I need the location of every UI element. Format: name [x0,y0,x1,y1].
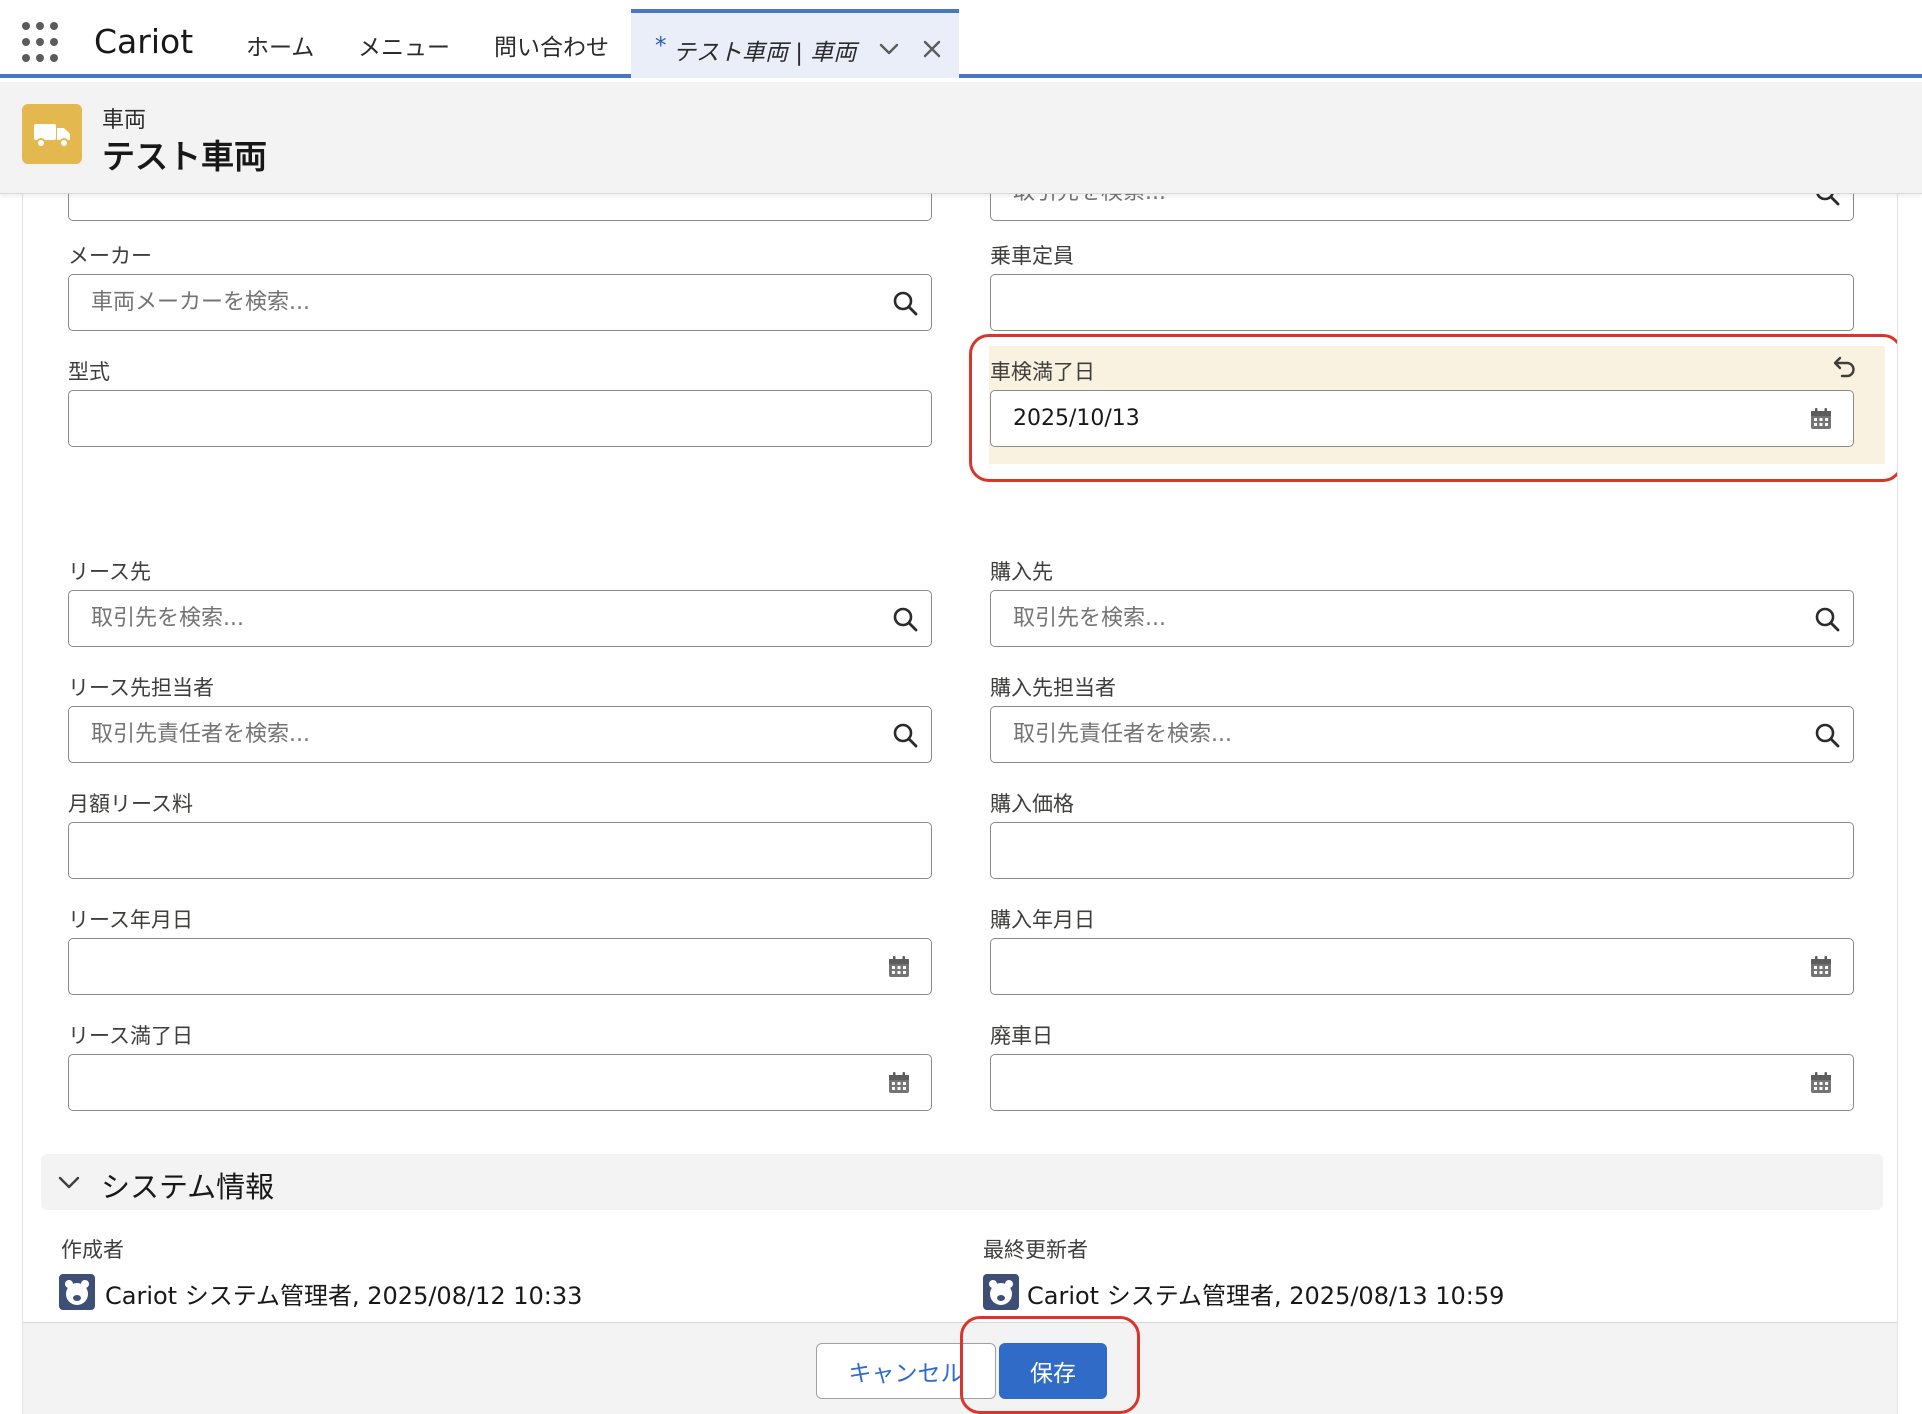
maker-label: メーカー [68,244,152,268]
lease-date-input[interactable] [69,939,931,994]
lessor-contact-search-input[interactable] [69,707,931,762]
lessor-label: リース先 [68,560,151,584]
app-launcher-icon[interactable] [22,22,64,64]
lessor-contact-label: リース先担当者 [68,676,214,700]
purchase-contact-label: 購入先担当者 [990,676,1116,700]
chevron-down-icon[interactable] [877,37,901,61]
monthly-lease-fee-input[interactable] [69,823,931,878]
purchase-date-field[interactable] [990,938,1854,995]
scrap-date-label: 廃車日 [990,1024,1053,1048]
system-info-section-header[interactable]: システム情報 [41,1154,1883,1210]
top-right-lookup-input[interactable] [991,194,1853,220]
record-title: テスト車両 [102,137,267,176]
section-title: システム情報 [101,1170,275,1204]
global-nav-bar: Cariot ホーム メニュー 問い合わせ * テスト車両 | 車両 [0,0,1922,78]
purchase-contact-search-input[interactable] [991,707,1853,762]
scrap-date-field[interactable] [990,1054,1854,1111]
top-right-lookup-field[interactable] [990,194,1854,221]
annotation-highlight-inspection-date [969,334,1897,482]
tab-test-vehicle[interactable]: * テスト車両 | 車両 [631,9,959,78]
monthly-lease-fee-label: 月額リース料 [68,792,193,816]
lessor-search-input[interactable] [69,591,931,646]
calendar-icon[interactable] [1809,955,1833,979]
search-icon [1815,607,1840,632]
purchase-date-input[interactable] [991,939,1853,994]
nav-item-menu[interactable]: メニュー [358,28,450,62]
chevron-down-icon [58,1176,80,1189]
monthly-lease-fee-field[interactable] [68,822,932,879]
purchase-price-input[interactable] [991,823,1853,878]
calendar-icon[interactable] [887,1071,911,1095]
unsaved-marker: * [655,33,667,59]
created-by-label: 作成者 [61,1238,124,1262]
search-icon [893,291,918,316]
top-left-field[interactable] [68,194,932,221]
maker-lookup-field[interactable] [68,274,932,331]
lessor-contact-lookup-field[interactable] [68,706,932,763]
calendar-icon[interactable] [1809,1071,1833,1095]
search-icon [893,723,918,748]
user-avatar-icon [59,1274,95,1310]
record-header: 車両 テスト車両 [0,82,1922,194]
lessor-lookup-field[interactable] [68,590,932,647]
truck-icon [22,104,82,164]
scrap-date-input[interactable] [991,1055,1853,1110]
close-icon[interactable] [920,37,944,61]
user-avatar-icon [983,1274,1019,1310]
lease-expiry-field[interactable] [68,1054,932,1111]
purchase-price-field[interactable] [990,822,1854,879]
last-modified-by-value: Cariot システム管理者, 2025/08/13 10:59 [1027,1282,1505,1310]
purchase-date-label: 購入年月日 [990,908,1095,932]
purchase-contact-lookup-field[interactable] [990,706,1854,763]
app-name: Cariot [94,22,194,61]
record-edit-form: メーカー 乗車定員 型式 車検満了日 リース先 購入先 リース先担当者 購入先担… [22,194,1898,1322]
capacity-input[interactable] [991,275,1853,330]
lease-expiry-input[interactable] [69,1055,931,1110]
search-icon [893,607,918,632]
purchase-price-label: 購入価格 [990,792,1074,816]
lease-date-field[interactable] [68,938,932,995]
lease-expiry-label: リース満了日 [68,1024,193,1048]
tab-label: テスト車両 | 車両 [673,40,857,66]
purchase-from-label: 購入先 [990,560,1053,584]
nav-item-home[interactable]: ホーム [246,28,314,62]
top-left-input[interactable] [69,194,931,220]
model-label: 型式 [68,360,110,384]
annotation-highlight-save [960,1316,1140,1414]
model-field[interactable] [68,390,932,447]
purchase-from-search-input[interactable] [991,591,1853,646]
model-input[interactable] [69,391,931,446]
search-icon [1816,194,1840,206]
search-icon [1815,723,1840,748]
nav-item-inquiries[interactable]: 問い合わせ [494,28,609,62]
lease-date-label: リース年月日 [68,908,193,932]
purchase-from-lookup-field[interactable] [990,590,1854,647]
created-by-value: Cariot システム管理者, 2025/08/12 10:33 [105,1282,583,1310]
capacity-label: 乗車定員 [990,244,1074,268]
maker-search-input[interactable] [69,275,931,330]
calendar-icon[interactable] [887,955,911,979]
last-modified-by-label: 最終更新者 [983,1238,1088,1262]
capacity-field[interactable] [990,274,1854,331]
